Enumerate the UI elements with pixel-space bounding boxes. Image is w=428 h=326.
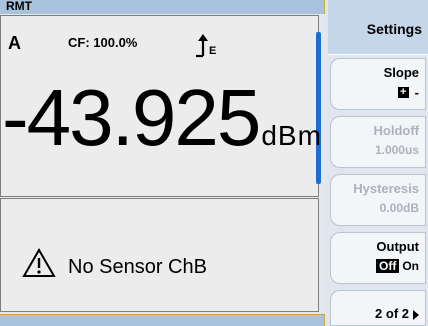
holdoff-label: Holdoff (373, 123, 419, 138)
measurement-reading: -43.925dBm (2, 78, 322, 158)
page-indicator: 2 of 2 (375, 306, 419, 321)
channel-label: A (8, 33, 21, 53)
page-label: 2 of 2 (375, 306, 409, 321)
slope-positive-selected: + (397, 87, 409, 99)
slope-softkey[interactable]: Slope + - (330, 58, 426, 110)
no-sensor-message: No Sensor ChB (68, 256, 207, 278)
reading-unit: dBm (261, 120, 322, 151)
reading-value: -43.925 (2, 73, 261, 162)
cal-factor-readout: CF: 100.0% (68, 35, 138, 50)
page-arrow-right-icon (413, 309, 419, 320)
output-off-selected: Off (376, 259, 400, 273)
menu-title-bar: Settings (328, 0, 428, 55)
measurement-area: RMT A CF: 100.0% E -43.925dBm No Sensor … (0, 0, 326, 326)
output-label: Output (376, 239, 419, 254)
power-meter-screen: RMT A CF: 100.0% E -43.925dBm No Sensor … (0, 0, 428, 326)
holdoff-value: 1.000us (374, 143, 419, 157)
menu-title: Settings (366, 21, 422, 37)
output-softkey[interactable]: Output Off On (330, 232, 426, 284)
slope-label: Slope (383, 65, 419, 80)
trigger-marker-label: E (209, 45, 216, 57)
output-on-option: On (402, 259, 419, 273)
output-toggle: Off On (376, 259, 419, 273)
warning-triangle-icon (22, 248, 56, 277)
softkey-menu: Settings Slope + - Holdoff 1.000us Hyster… (328, 0, 428, 326)
hysteresis-label: Hysteresis (353, 181, 419, 196)
hysteresis-softkey[interactable]: Hysteresis 0.00dB (330, 174, 426, 226)
next-page-softkey[interactable]: 2 of 2 (330, 290, 426, 326)
status-bar-bottom (0, 314, 325, 326)
trigger-rising-edge-icon: E (196, 34, 216, 58)
hysteresis-value: 0.00dB (379, 201, 419, 215)
slope-options: + - (397, 85, 419, 101)
status-bar-top (0, 0, 325, 14)
remote-mode-indicator: RMT (6, 0, 32, 13)
holdoff-softkey[interactable]: Holdoff 1.000us (330, 116, 426, 168)
slope-negative-option: - (414, 85, 419, 101)
